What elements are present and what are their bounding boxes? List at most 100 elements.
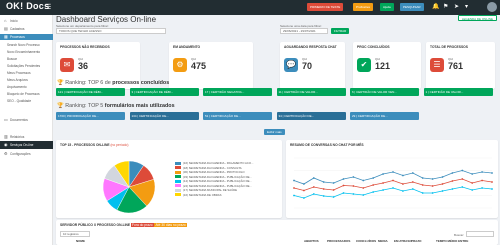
sidebar-item[interactable]: Solicitações Pendentes <box>0 63 53 69</box>
ranking-chip[interactable]: 121 | CERTIFICAÇÃO DE DÉBI... <box>56 88 125 96</box>
sidebar-item[interactable]: ▤ Cadastros <box>0 26 53 32</box>
sidebar-item[interactable]: ◉ Serviços On-line <box>0 141 53 149</box>
series-point[interactable] <box>342 192 345 194</box>
series-point[interactable] <box>481 187 483 189</box>
series-point[interactable] <box>293 187 295 189</box>
sidebar-item[interactable]: Search Novo Processo <box>0 42 53 48</box>
date-range-input[interactable]: 29/06/2021 - 29/07/2021 <box>280 28 328 34</box>
series-point[interactable] <box>293 194 295 197</box>
series-point[interactable] <box>392 187 394 189</box>
user-menu-icon[interactable]: ▾ <box>465 3 468 10</box>
series-point[interactable] <box>481 179 483 182</box>
avatar[interactable] <box>487 2 497 12</box>
series-point[interactable] <box>362 194 365 196</box>
series-point[interactable] <box>362 179 365 182</box>
series-point[interactable] <box>392 171 394 173</box>
ranking-chip[interactable]: 1 | CERTIDÃO DE VALOR... <box>423 88 493 96</box>
series-point[interactable] <box>471 182 474 184</box>
series-point[interactable] <box>431 192 434 194</box>
series-point[interactable] <box>481 171 483 173</box>
series-point[interactable] <box>491 181 493 183</box>
legend-button[interactable]: LEGENDA DE ONLINE <box>457 15 497 21</box>
series-point[interactable] <box>332 182 335 184</box>
series-point[interactable] <box>312 193 315 195</box>
series-point[interactable] <box>382 189 384 191</box>
ranking-chip[interactable]: 1700 | PRORROGAÇÃO DE... <box>56 112 125 120</box>
series-point[interactable] <box>431 178 434 180</box>
flag-icon[interactable]: ⚑ <box>443 3 448 10</box>
series-point[interactable] <box>312 177 315 179</box>
series-point[interactable] <box>461 169 464 172</box>
series-point[interactable] <box>382 182 384 184</box>
show-more-button[interactable]: Exibir mais <box>264 129 285 135</box>
series-point[interactable] <box>491 172 493 174</box>
bell-icon[interactable]: 🔔 <box>432 3 439 10</box>
sidebar-item[interactable]: Bloqueio de Processos <box>0 91 53 97</box>
series-point[interactable] <box>372 184 375 186</box>
series-point[interactable] <box>293 179 295 182</box>
series-point[interactable] <box>451 180 454 182</box>
series-point[interactable] <box>441 190 444 192</box>
series-point[interactable] <box>441 183 444 185</box>
ranking-chip[interactable]: 17 | CERTIDÃO NEGATIVA... <box>203 88 272 96</box>
series-point[interactable] <box>303 197 305 199</box>
series-point[interactable] <box>322 195 325 197</box>
series-point[interactable] <box>471 173 474 175</box>
series-point[interactable] <box>303 183 305 185</box>
series-point[interactable] <box>382 173 384 175</box>
ranking-chip[interactable]: 29 | CERTIFICAÇÃO DE... <box>350 112 419 120</box>
series-point[interactable] <box>421 184 424 186</box>
series-point[interactable] <box>411 172 414 174</box>
series-point[interactable] <box>322 181 325 183</box>
kpi-card-awaiting-chat[interactable]: AGUARDANDO RESPOSTA CHAT 💬 Qtd 70 <box>280 42 345 89</box>
series-point[interactable] <box>312 186 315 188</box>
hamburger-icon[interactable]: ☰ <box>45 3 51 11</box>
filter-button[interactable]: FILTRAR <box>331 28 350 34</box>
ranking-chip[interactable]: 6 | CERTIDÃO DE VALOR VEN... <box>350 88 419 96</box>
series-point[interactable] <box>322 188 325 190</box>
sidebar-item[interactable]: Novo Encaminhamento <box>0 49 53 55</box>
ranking-chip[interactable]: 11 | CERTIDÃO DE VALOR... <box>276 88 346 96</box>
series-point[interactable] <box>411 188 414 190</box>
table-column-header[interactable]: NOME <box>76 239 85 243</box>
series-point[interactable] <box>402 183 404 185</box>
topbar-button-professions[interactable]: Profissões <box>353 3 374 11</box>
kpi-card-in-progress[interactable]: EM ANDAMENTO ⚙ Qtd 475 <box>169 42 253 89</box>
series-point[interactable] <box>402 174 404 177</box>
series-point[interactable] <box>392 179 394 182</box>
series-point[interactable] <box>332 196 335 198</box>
ranking-chip[interactable]: 51 | CERTIFICAÇÃO DE... <box>203 112 272 120</box>
series-point[interactable] <box>303 189 305 192</box>
send-icon[interactable]: ➤ <box>454 3 459 10</box>
series-point[interactable] <box>451 188 454 190</box>
series-point[interactable] <box>421 177 424 179</box>
sidebar-item[interactable]: SEO - Qualidade <box>0 98 53 104</box>
series-point[interactable] <box>332 189 335 191</box>
ranking-chip[interactable]: 34 | CERTIFICAÇÃO DE... <box>276 112 346 120</box>
series-point[interactable] <box>352 193 355 195</box>
rows-per-page-select[interactable]: 10 registros <box>60 231 90 237</box>
series-point[interactable] <box>451 172 454 174</box>
series-point[interactable] <box>411 181 414 183</box>
sidebar-item[interactable]: ⚙ Configurações <box>0 151 53 157</box>
table-column-header[interactable]: EM ATRASO <box>394 239 412 243</box>
series-point[interactable] <box>352 176 355 178</box>
series-point[interactable] <box>372 177 375 179</box>
table-column-header[interactable]: CONCLUÍDOS <box>356 239 376 243</box>
sidebar-item[interactable]: ▥ Relatórios <box>0 134 53 140</box>
sidebar-item[interactable]: ⌂ Início <box>0 18 53 24</box>
sidebar-item[interactable]: ▦ Processos <box>0 34 53 40</box>
series-point[interactable] <box>421 192 424 194</box>
sidebar-item[interactable]: Meus Processos <box>0 70 53 76</box>
topbar-button-test[interactable]: PRIMEIRO DE TESTE <box>307 3 344 11</box>
kpi-card-completed[interactable]: PROC CONCLUÍDOS ✔ Qtd 121 <box>353 42 421 89</box>
series-point[interactable] <box>362 187 365 189</box>
table-search-input[interactable] <box>466 231 494 237</box>
series-point[interactable] <box>352 185 355 187</box>
series-point[interactable] <box>342 178 345 180</box>
sidebar-item[interactable]: ▭ Documentos <box>0 117 53 123</box>
sidebar-item[interactable]: Arquivamento <box>0 84 53 90</box>
series-point[interactable] <box>372 191 375 193</box>
kpi-card-total[interactable]: TOTAL DE PROCESSOS ☰ Qtd 761 <box>426 42 495 89</box>
sidebar-item[interactable]: Buscar <box>0 56 53 62</box>
